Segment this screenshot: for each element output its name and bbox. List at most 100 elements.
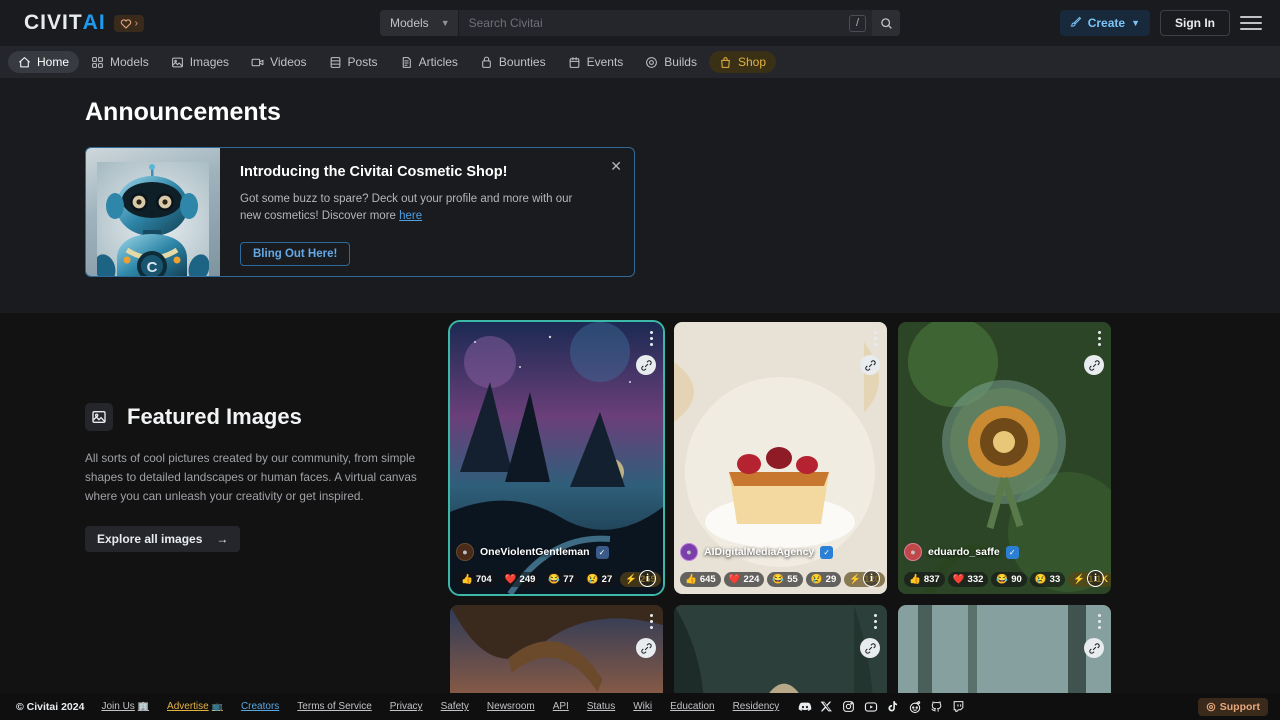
card-menu-icon[interactable] (1098, 331, 1101, 346)
nav-item-bounties[interactable]: Bounties (470, 51, 556, 73)
search-category-select[interactable]: Models ▼ (380, 10, 459, 36)
tiktok-icon[interactable] (886, 700, 900, 714)
footer-link-newsroom[interactable]: Newsroom (478, 701, 544, 712)
footer-link-advertise[interactable]: Advertise 📺 (158, 701, 232, 712)
remix-icon[interactable] (860, 355, 880, 375)
lifebuoy-icon (1206, 702, 1216, 711)
create-button[interactable]: Create ▼ (1059, 10, 1150, 36)
like-emoji-icon: 👍 (461, 573, 473, 585)
card-menu-icon[interactable] (650, 614, 653, 629)
reaction-heart[interactable]: ❤️ 249 (499, 572, 541, 587)
support-button[interactable]: Support (1197, 697, 1268, 716)
logo[interactable]: CIVIT AI › (12, 11, 145, 35)
reaction-laugh[interactable]: 😂 77 (543, 572, 579, 587)
nav-item-models[interactable]: Models (81, 51, 159, 73)
explore-all-images-button[interactable]: Explore all images → (85, 525, 241, 552)
reaction-like[interactable]: 👍 837 (904, 572, 945, 587)
footer-link-privacy[interactable]: Privacy (381, 701, 432, 712)
reaction-cry[interactable]: 😢 33 (1029, 572, 1066, 587)
github-icon[interactable] (930, 700, 944, 714)
avatar: ● (456, 543, 474, 561)
footer-link-terms-of-service[interactable]: Terms of Service (288, 701, 380, 712)
reaction-cry[interactable]: 😢 27 (581, 572, 618, 587)
bling-out-button[interactable]: Bling Out Here! (240, 241, 351, 266)
announcement-link[interactable]: here (399, 210, 422, 222)
nav-item-posts[interactable]: Posts (319, 51, 388, 73)
instagram-icon[interactable] (842, 700, 856, 714)
remix-icon[interactable] (1084, 355, 1104, 375)
cry-emoji-icon: 😢 (1034, 573, 1047, 585)
nav-item-label: Articles (418, 55, 458, 69)
search-bar[interactable]: Models ▼ / (380, 10, 900, 36)
footer-link-safety[interactable]: Safety (432, 701, 478, 712)
reaction-laugh[interactable]: 😂 55 (767, 572, 803, 587)
reaction-heart[interactable]: ❤️ 332 (947, 572, 989, 587)
avatar: ● (680, 543, 698, 561)
nav-item-articles[interactable]: Articles (390, 51, 468, 73)
nav-item-home[interactable]: Home (8, 51, 80, 73)
featured-image-card[interactable]: ●eduardo_saffe✓👍837❤️332😂90😢33⚡1.1Ki (898, 322, 1111, 594)
remix-icon[interactable] (860, 638, 880, 658)
remix-icon[interactable] (636, 355, 656, 375)
nav-item-builds[interactable]: Builds (635, 51, 707, 73)
footer-link-status[interactable]: Status (578, 701, 624, 712)
footer-link-label: API (552, 701, 569, 712)
footer-link-emoji: 📺 (211, 701, 223, 711)
image-icon (85, 403, 113, 431)
youtube-icon[interactable] (864, 700, 878, 714)
x-icon[interactable] (820, 700, 834, 714)
close-icon[interactable]: ✕ (610, 158, 622, 175)
card-menu-icon[interactable] (650, 331, 653, 346)
footer-link-creators[interactable]: Creators (232, 701, 288, 712)
reddit-icon[interactable] (908, 700, 922, 714)
search-icon[interactable] (872, 10, 900, 36)
reaction-count: 332 (967, 574, 984, 585)
buzz-emoji-icon: ⚡ (625, 573, 638, 585)
card-menu-icon[interactable] (874, 331, 877, 346)
nav-item-shop[interactable]: Shop (708, 51, 777, 73)
card-menu-icon[interactable] (1098, 614, 1101, 629)
reaction-like[interactable]: 👍 704 (456, 572, 497, 587)
footer-link-wiki[interactable]: Wiki (624, 701, 661, 712)
footer-link-education[interactable]: Education (661, 701, 723, 712)
heart-emoji-icon: ❤️ (728, 573, 741, 585)
footer-link-residency[interactable]: Residency (724, 701, 789, 712)
remix-icon[interactable] (636, 638, 656, 658)
reaction-laugh[interactable]: 😂 90 (991, 572, 1027, 587)
discord-icon[interactable] (798, 700, 812, 714)
card-author[interactable]: ● OneViolentGentleman ✓ (456, 543, 609, 561)
announcements-section: Announcements C ✕ Introducing the Civita… (0, 78, 1280, 313)
reaction-cry[interactable]: 😢 29 (805, 572, 842, 587)
reaction-heart[interactable]: ❤️ 224 (723, 572, 765, 587)
twitch-icon[interactable] (952, 700, 966, 714)
featured-images-grid: ●OneViolentGentleman✓👍704❤️249😂77😢27⚡269… (448, 313, 1280, 720)
featured-image-card[interactable]: ●AIDigitalMediaAgency✓👍645❤️224😂55😢29⚡12… (674, 322, 887, 594)
calendar-icon (568, 56, 581, 69)
footer-link-join-us[interactable]: Join Us 🏢 (92, 701, 158, 712)
search-category-value: Models (390, 16, 429, 30)
search-input[interactable] (458, 10, 849, 36)
featured-image-card[interactable]: ●OneViolentGentleman✓👍704❤️249😂77😢27⚡269… (448, 320, 665, 596)
info-icon[interactable]: i (863, 570, 880, 587)
reaction-count: 704 (475, 574, 492, 585)
card-author[interactable]: ● AIDigitalMediaAgency ✓ (680, 543, 834, 561)
nav-item-images[interactable]: Images (161, 51, 239, 73)
card-menu-icon[interactable] (874, 614, 877, 629)
svg-text:C: C (147, 259, 158, 276)
buzz-emoji-icon: ⚡ (849, 573, 862, 585)
blue-robot-illustration: C (97, 162, 209, 276)
hamburger-menu-icon[interactable] (1240, 12, 1262, 34)
nav-item-label: Shop (737, 55, 767, 69)
nav-item-videos[interactable]: Videos (241, 51, 316, 73)
footer-link-api[interactable]: API (544, 701, 578, 712)
footer-link-label: Privacy (389, 701, 423, 712)
remix-icon[interactable] (1084, 638, 1104, 658)
reaction-count: 224 (743, 574, 760, 585)
info-icon[interactable]: i (639, 570, 656, 587)
heart-chevron-icon[interactable]: › (113, 14, 145, 32)
card-author[interactable]: ● eduardo_saffe ✓ (904, 543, 1019, 561)
nav-item-events[interactable]: Events (558, 51, 634, 73)
signin-button[interactable]: Sign In (1160, 10, 1230, 36)
reaction-like[interactable]: 👍 645 (680, 572, 721, 587)
info-icon[interactable]: i (1087, 570, 1104, 587)
